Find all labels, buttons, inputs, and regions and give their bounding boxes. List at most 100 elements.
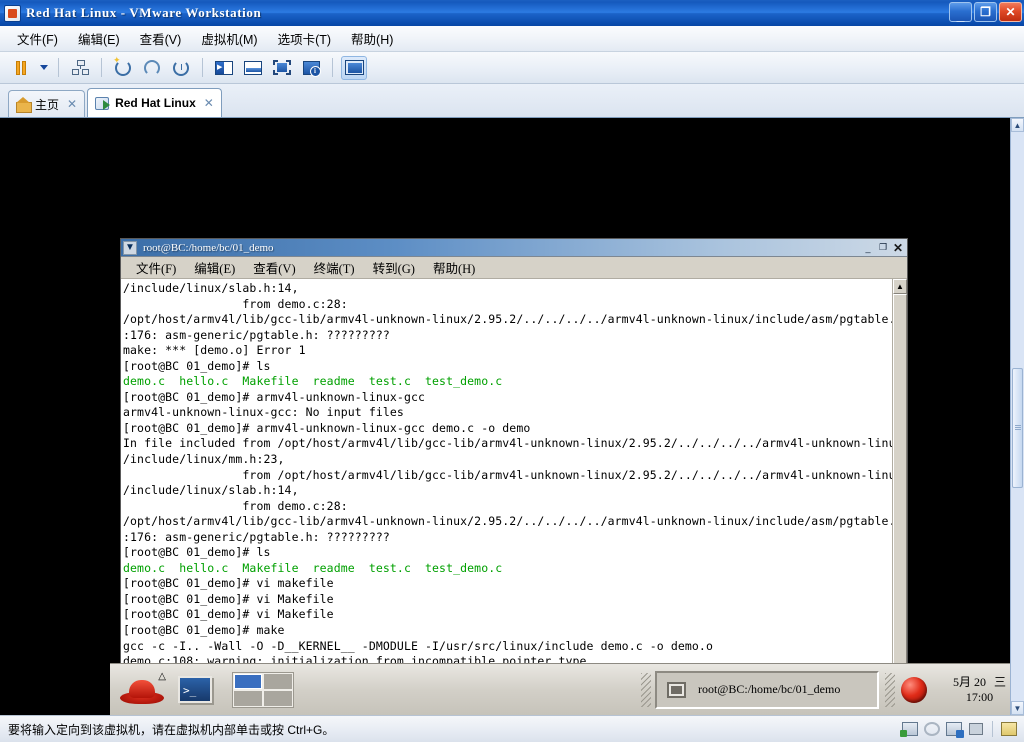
terminal-close-button[interactable]: ✕ [891,241,905,255]
close-icon: ✕ [1005,5,1016,19]
term-menu-view[interactable]: 查看(V) [244,257,304,278]
tab-red-hat-linux[interactable]: Red Hat Linux ✕ [87,88,222,117]
red-indicator-icon[interactable] [900,676,927,703]
unity-button[interactable] [341,55,367,80]
terminal-minimize-button[interactable]: _ [861,241,875,255]
menu-vm[interactable]: 虚拟机(M) [192,26,266,51]
terminal-minimize-icon: _ [865,242,871,253]
terminal-line: /include/linux/slab.h:14, [123,281,892,297]
term-menu-edit[interactable]: 编辑(E) [185,257,244,278]
tab-home-close-icon[interactable]: ✕ [67,97,77,111]
terminal-line: [root@BC 01_demo]# vi Makefile [123,592,892,608]
menu-file[interactable]: 文件(F) [8,26,67,51]
terminal-scroll-thumb[interactable] [893,294,907,709]
terminal-text: [root@BC 01_demo]# make [123,623,285,638]
tray-drag-handle[interactable] [884,672,895,707]
terminal-text: [root@BC 01_demo]# vi makefile [123,576,334,591]
terminal-text: from demo.c:28: [123,296,348,311]
snapshot-add-icon [113,55,131,76]
snapshot-revert-icon [144,59,160,76]
workspace-pager[interactable] [232,671,294,708]
menu-view[interactable]: 查看(V) [131,26,191,51]
cd-dvd-drive-icon[interactable] [923,721,941,737]
terminal-text: /opt/host/armv4l/lib/gcc-lib/armv4l-unkn… [123,312,892,327]
show-thumbnail-bar-button[interactable] [240,56,266,80]
snapshot-manager-button[interactable] [67,56,93,80]
terminal-text: [root@BC 01_demo]# ls [123,358,271,373]
fullscreen-icon [273,60,291,75]
term-menu-help[interactable]: 帮助(H) [424,257,484,278]
terminal-title: root@BC:/home/bc/01_demo [143,241,274,254]
usb-controller-icon[interactable] [945,721,964,738]
close-button[interactable]: ✕ [999,2,1022,22]
workspace-3[interactable] [234,690,262,706]
tab-red-hat-linux-close-icon[interactable]: ✕ [204,96,214,110]
term-menu-terminal[interactable]: 终端(T) [305,257,364,278]
snapshot-boxes-icon [71,60,89,75]
revert-snapshot-button[interactable] [139,56,165,80]
terminal-text: gcc -c -I.. -Wall -O -D__KERNEL__ -DMODU… [123,638,713,653]
application-title: Red Hat Linux - VMware Workstation [26,5,262,20]
vm-settings-button[interactable] [298,56,324,80]
window-menu-icon[interactable]: ▼ [123,240,137,255]
power-dropdown[interactable] [37,56,50,80]
terminal-text: make: *** [demo.o] Error 1 [123,343,306,358]
terminal-output[interactable]: /include/linux/slab.h:14, from demo.c:28… [121,279,892,715]
fullscreen-button[interactable] [269,56,295,80]
vm-scroll-thumb[interactable] [1012,368,1023,488]
terminal-text: [root@BC 01_demo]# vi Makefile [123,591,334,606]
toolbar-separator-3 [202,58,203,77]
sound-card-icon[interactable] [1000,721,1018,737]
vm-tab-strip: 主页 ✕ Red Hat Linux ✕ [0,84,1024,118]
terminal-text-green: demo.c hello.c Makefile readme test.c te… [123,374,503,389]
terminal-line: /include/linux/mm.h:23, [123,452,892,468]
network-adapter-icon[interactable] [900,721,919,737]
menu-help[interactable]: 帮助(H) [342,26,402,51]
terminal-titlebar: ▼ root@BC:/home/bc/01_demo _ ❐ ✕ [121,239,907,257]
terminal-scroll-track[interactable] [893,294,907,715]
terminal-close-icon: ✕ [892,240,904,255]
tab-home[interactable]: 主页 ✕ [8,90,86,117]
terminal-text: /opt/host/armv4l/lib/gcc-lib/armv4l-unkn… [123,514,892,529]
workspace-1[interactable] [234,673,262,689]
terminal-maximize-button[interactable]: ❐ [876,241,890,255]
terminal-window[interactable]: ▼ root@BC:/home/bc/01_demo _ ❐ ✕ 文件(F) 编… [120,238,908,715]
terminal-text: [root@BC 01_demo]# ls [123,545,271,560]
terminal-text: from demo.c:28: [123,498,348,513]
terminal-launcher-icon[interactable]: >_ [176,674,216,706]
manage-snapshots-button[interactable] [168,56,194,80]
taskbar-window-button[interactable]: root@BC:/home/bc/01_demo [654,670,879,709]
terminal-scrollbar[interactable]: ▲ ▼ [892,279,907,715]
terminal-text: [root@BC 01_demo]# armv4l-unknown-linux-… [123,420,531,435]
taskbar-window-label: root@BC:/home/bc/01_demo [697,682,841,696]
menu-edit[interactable]: 编辑(E) [69,26,129,51]
scroll-up-icon[interactable]: ▲ [893,279,907,294]
terminal-line: [root@BC 01_demo]# vi Makefile [123,607,892,623]
clock-time: 17:00 [965,689,994,704]
red-hat-start-icon[interactable]: △ [120,671,166,706]
toolbar-separator-4 [332,58,333,77]
taskbar-clock[interactable]: 5月 20 三 17:00 [953,675,1006,705]
terminal-line: :176: asm-generic/pgtable.h: ????????? [123,530,892,546]
toolbar-separator-1 [58,58,59,77]
minimize-button[interactable]: _ [949,2,972,22]
workspace-2[interactable] [264,673,292,689]
term-menu-go[interactable]: 转到(G) [364,257,424,278]
terminal-line: from demo.c:28: [123,297,892,313]
vm-scroll-down-icon[interactable]: ▼ [1011,701,1024,715]
status-message: 要将输入定向到该虚拟机，请在虚拟机内部单击或按 Ctrl+G。 [8,722,335,737]
vm-view-vertical-scrollbar[interactable]: ▲ ▼ [1010,118,1024,715]
taskbar-drag-handle[interactable] [640,672,651,707]
floppy-drive-icon[interactable] [967,721,985,737]
term-menu-file[interactable]: 文件(F) [127,257,185,278]
restore-button[interactable]: ❐ [974,2,997,22]
workspace-4[interactable] [264,690,292,706]
statusbar-separator [992,721,993,737]
vm-scroll-up-icon[interactable]: ▲ [1011,118,1024,132]
menu-tabs[interactable]: 选项卡(T) [269,26,340,51]
minimize-icon: _ [956,7,965,23]
show-sidebar-button[interactable] [211,56,237,80]
guest-screen[interactable]: ▼ root@BC:/home/bc/01_demo _ ❐ ✕ 文件(F) 编… [0,118,1010,715]
suspend-button[interactable] [8,56,34,80]
take-snapshot-button[interactable] [110,55,136,80]
